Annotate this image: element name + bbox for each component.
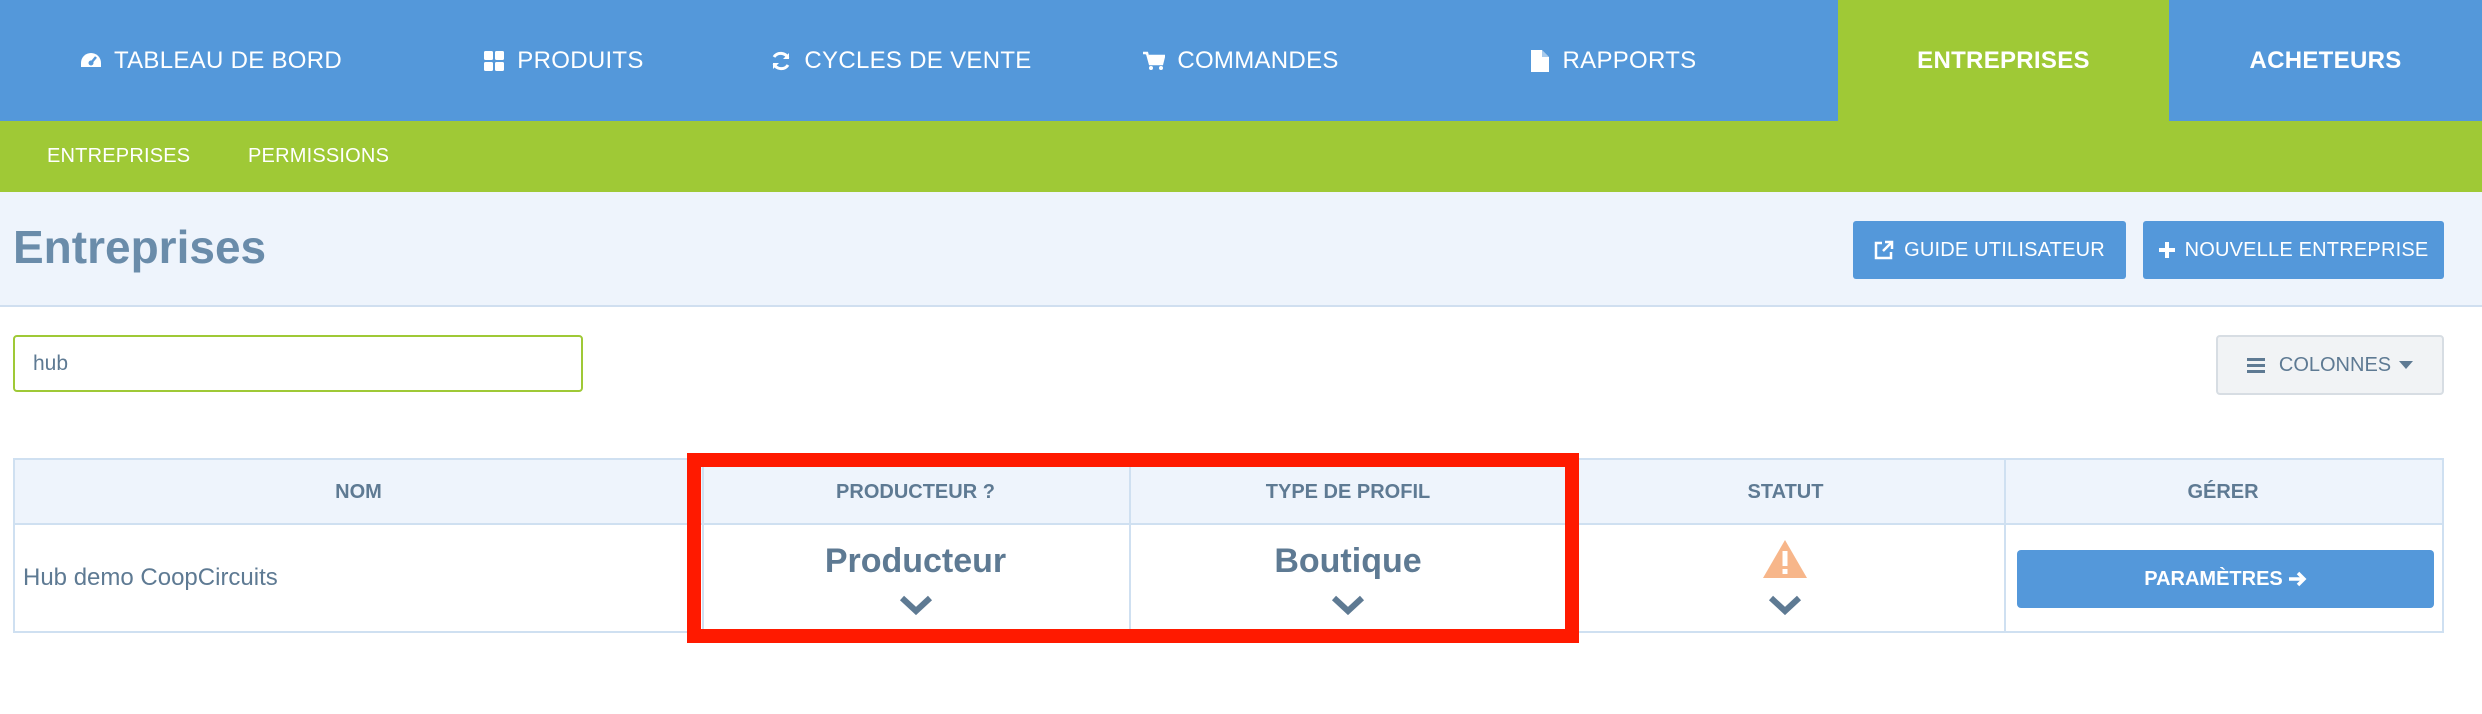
page-header: Entreprises GUIDE UTILISATEUR NOUVELLE E… [0, 192, 2482, 307]
nav-item-label: PRODUITS [517, 46, 644, 74]
list-icon [2246, 357, 2265, 373]
columns-dropdown-button[interactable]: COLONNES [2216, 335, 2444, 395]
columns-label: COLONNES [2278, 353, 2392, 376]
subnav-item-permissions[interactable]: PERMISSIONS [248, 121, 389, 192]
refresh-icon [768, 48, 794, 74]
column-header-manage: GÉRER [2187, 481, 2259, 503]
sub-navigation: ENTREPRISES PERMISSIONS [0, 121, 2482, 192]
new-enterprise-label: NOUVELLE ENTREPRISE [2184, 238, 2429, 261]
nav-item-dashboard[interactable]: TABLEAU DE BORD [0, 0, 420, 121]
arrow-right-icon [2288, 571, 2307, 587]
column-header-status: STATUT [1747, 481, 1824, 503]
enterprise-name[interactable]: Hub demo CoopCircuits [23, 525, 278, 631]
nav-item-label: ACHETEURS [2249, 46, 2402, 74]
warning-icon [1763, 540, 1807, 578]
nav-item-label: ENTREPRISES [1917, 46, 2090, 74]
search-input[interactable] [13, 335, 583, 392]
caret-down-icon [2399, 361, 2414, 369]
column-divider [2004, 460, 2006, 631]
file-icon [1527, 48, 1553, 74]
nav-item-label: RAPPORTS [1562, 46, 1697, 74]
nav-item-enterprises[interactable]: ENTREPRISES [1838, 0, 2169, 121]
settings-button[interactable]: PARAMÈTRES [2017, 550, 2434, 608]
cart-icon [1141, 48, 1167, 74]
user-guide-label: GUIDE UTILISATEUR [1904, 238, 2105, 261]
page-title: Entreprises [13, 221, 267, 273]
new-enterprise-button[interactable]: NOUVELLE ENTREPRISE [2143, 221, 2444, 279]
grid-icon [481, 48, 507, 74]
external-link-icon [1874, 240, 1894, 260]
nav-item-buyers[interactable]: ACHETEURS [2169, 0, 2482, 121]
subnav-item-enterprises[interactable]: ENTREPRISES [47, 121, 190, 192]
user-guide-button[interactable]: GUIDE UTILISATEUR [1853, 221, 2126, 279]
chevron-down-icon[interactable] [1768, 594, 1802, 616]
nav-item-label: CYCLES DE VENTE [804, 46, 1032, 74]
column-header-name: NOM [335, 481, 382, 503]
nav-item-products[interactable]: PRODUITS [420, 0, 705, 121]
nav-item-label: COMMANDES [1177, 46, 1339, 74]
nav-item-orders[interactable]: COMMANDES [1095, 0, 1385, 121]
dashboard-icon [78, 48, 104, 74]
nav-item-label: TABLEAU DE BORD [113, 46, 343, 74]
top-navigation: TABLEAU DE BORD PRODUITS CYCLES DE VENTE… [0, 0, 2482, 121]
highlight-box [687, 453, 1579, 643]
plus-icon [2158, 242, 2175, 258]
settings-label: PARAMÈTRES [2144, 567, 2283, 590]
nav-item-reports[interactable]: RAPPORTS [1385, 0, 1838, 121]
nav-item-sale-cycles[interactable]: CYCLES DE VENTE [705, 0, 1095, 121]
